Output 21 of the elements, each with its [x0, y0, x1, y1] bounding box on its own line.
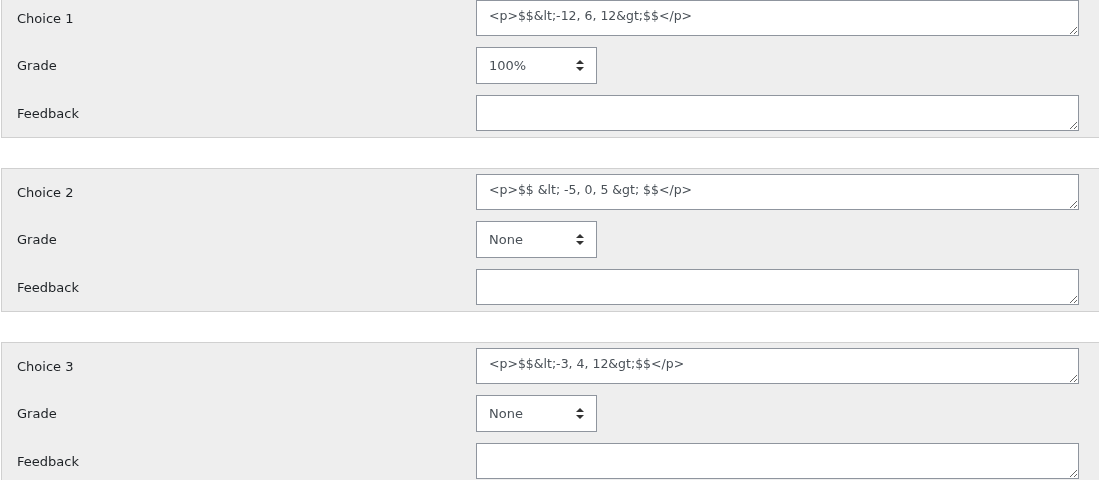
answer-field[interactable]: <p>$$&lt;-12, 6, 12&gt;$$</p>: [476, 0, 1079, 36]
grade-label: Grade: [17, 232, 58, 247]
choice-label: Choice 3: [17, 358, 75, 374]
feedback-label: Feedback: [17, 453, 80, 469]
choice-label: Choice 2: [17, 184, 75, 200]
grade-label: Grade: [17, 58, 58, 73]
sort-arrows-icon: [576, 234, 584, 245]
feedback-field[interactable]: [476, 443, 1079, 479]
choice-label: Choice 1: [17, 10, 75, 26]
grade-select[interactable]: None: [476, 221, 597, 258]
feedback-field[interactable]: [476, 269, 1079, 305]
grade-select[interactable]: None: [476, 395, 597, 432]
feedback-label: Feedback: [17, 105, 80, 121]
answer-field[interactable]: <p>$$&lt;-3, 4, 12&gt;$$</p>: [476, 348, 1079, 384]
feedback-label: Feedback: [17, 279, 80, 295]
sort-arrows-icon: [576, 60, 584, 71]
answer-field[interactable]: <p>$$ &lt; -5, 0, 5 &gt; $$</p>: [476, 174, 1079, 210]
grade-select[interactable]: 100%: [476, 47, 597, 84]
feedback-field[interactable]: [476, 95, 1079, 131]
sort-arrows-icon: [576, 408, 584, 419]
grade-label: Grade: [17, 406, 58, 421]
